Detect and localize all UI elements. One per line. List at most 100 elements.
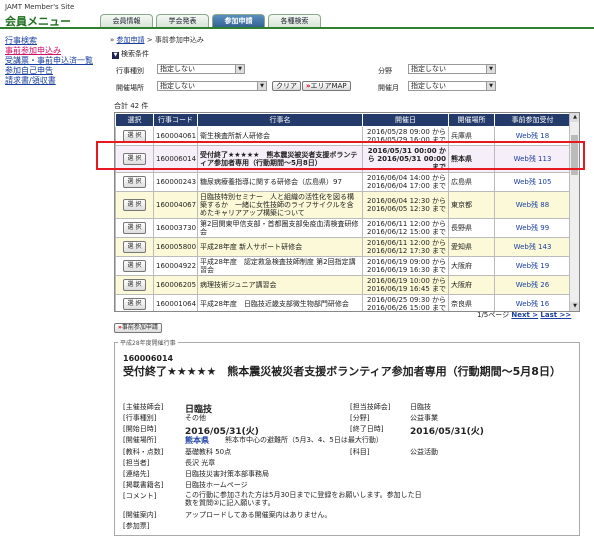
- select-button[interactable]: 選 択: [122, 199, 147, 211]
- chevron-down-icon: ▼: [235, 65, 244, 73]
- select-button[interactable]: 選 択: [122, 222, 147, 234]
- venue-select[interactable]: 指定しない ▼: [157, 81, 267, 91]
- chevron-down-icon: ▼: [486, 65, 495, 73]
- sidebar-item-self-report[interactable]: 参加自己申告: [5, 66, 105, 76]
- month-label: 開催月: [378, 84, 399, 92]
- place-cell: 大阪府: [448, 275, 495, 295]
- search-header: ▼ 検索条件: [112, 49, 580, 59]
- table-row: 選 択 160004067 日臨技特別セミナー 人と組織の活性化を図る構築するか 一…: [115, 191, 571, 219]
- date-cell: 2016/06/04 14:00 から 2016/06/04 17:00 まで: [362, 172, 449, 192]
- area-map-button[interactable]: »エリアMAP: [302, 81, 351, 91]
- pre-register-label: 事前参加申請: [121, 324, 158, 331]
- detail-value: この行動に参加された方は5月30日までに登録をお願いします。参加した日数を質問②…: [185, 491, 422, 507]
- top-tabs: 会員情報 学会発表 参加申請 各種検索: [100, 14, 321, 28]
- code-cell: 160004922: [153, 256, 198, 276]
- sidebar-item-pre-register[interactable]: 事前参加申込み: [5, 46, 105, 56]
- date-cell: 2016/06/25 09:30 から 2016/06/26 15:00 まで: [362, 294, 449, 311]
- detail-legend: 平成28年度開催行事: [118, 338, 178, 347]
- col-header-date: 開催日: [362, 113, 449, 127]
- detail-key: [連絡先]: [123, 470, 150, 478]
- col-header-web: 事前参加受付: [494, 113, 571, 127]
- field-value: 指定しない: [411, 65, 446, 73]
- detail-value: 長沢 光章: [185, 459, 216, 467]
- detail-key: [終了日時]: [350, 425, 384, 433]
- place-cell: 大阪府: [448, 256, 495, 276]
- table-row: 選 択 160005800 平成28年度 新人サポート研修会 2016/06/11 1…: [115, 237, 571, 257]
- detail-key: [開催場所]: [123, 436, 157, 444]
- detail-value: 2016/05/31(火): [410, 427, 484, 437]
- detail-key: [主催技師会]: [123, 403, 164, 411]
- search-header-label: 検索条件: [121, 50, 149, 58]
- detail-key: [分野]: [350, 414, 370, 422]
- select-cell: 選 択: [115, 191, 154, 219]
- place-cell: 東京都: [448, 191, 495, 219]
- last-page-link[interactable]: Last >>: [540, 311, 571, 319]
- detail-key: [教科・点数]: [123, 448, 164, 456]
- select-button[interactable]: 選 択: [122, 260, 147, 272]
- select-cell: 選 択: [115, 294, 154, 311]
- date-cell: 2016/06/04 12:30 から 2016/06/05 12:30 まで: [362, 191, 449, 219]
- code-cell: 160001064: [153, 294, 198, 311]
- sidebar-item-event-search[interactable]: 行事検索: [5, 36, 105, 46]
- next-page-link[interactable]: Next >: [511, 311, 538, 319]
- detail-value: 日臨技: [410, 403, 431, 411]
- breadcrumb-link[interactable]: 参加申請: [117, 36, 145, 44]
- sidebar-item-invoice[interactable]: 請求書/領収書: [5, 76, 105, 86]
- clear-button[interactable]: クリア: [272, 81, 301, 91]
- code-cell: 160006205: [153, 275, 198, 295]
- detail-key: [参加票]: [123, 522, 150, 530]
- name-cell: 平成28年度 認定救急検査技師制度 第2回指定講習会: [197, 256, 363, 276]
- scroll-down-icon[interactable]: ▼: [570, 302, 579, 311]
- breadcrumb: » 参加申請 > 事前参加申込み: [110, 35, 204, 45]
- date-cell: 2016/06/19 09:00 から 2016/06/19 16:30 まで: [362, 256, 449, 276]
- chevron-down-icon: ▼: [257, 82, 266, 90]
- select-button[interactable]: 選 択: [122, 241, 147, 253]
- select-button[interactable]: 選 択: [122, 176, 147, 188]
- name-cell: 日臨技特別セミナー 人と組織の活性化を図る構築するか 一緒に女性技師のライフサイ…: [197, 191, 363, 219]
- col-header-name: 行事名: [197, 113, 363, 127]
- select-cell: 選 択: [115, 172, 154, 192]
- site-title: JAMT Member's Site: [5, 3, 75, 11]
- code-cell: 160005800: [153, 237, 198, 257]
- pre-register-button[interactable]: »事前参加申請: [114, 323, 162, 333]
- table-row: 選 択 160003730 第2回関東甲信支部・首都圏支部免疫血清検査研修会 2016…: [115, 218, 571, 238]
- select-cell: 選 択: [115, 256, 154, 276]
- name-cell: 糖尿病療養指導に関する研修会（広島県）97: [197, 172, 363, 192]
- name-cell: 病理技術ジュニア講習会: [197, 275, 363, 295]
- field-label: 分野: [378, 67, 392, 75]
- field-select[interactable]: 指定しない ▼: [408, 64, 496, 74]
- tab-member-info[interactable]: 会員情報: [100, 14, 153, 28]
- detail-key: [開催案内]: [123, 511, 157, 519]
- toggle-triangle-icon[interactable]: ▼: [112, 52, 119, 59]
- select-button[interactable]: 選 択: [122, 298, 147, 310]
- place-cell: 愛知県: [448, 237, 495, 257]
- name-cell: 第2回関東甲信支部・首都圏支部免疫血清検査研修会: [197, 218, 363, 238]
- event-type-select[interactable]: 指定しない ▼: [157, 64, 245, 74]
- web-remaining-cell: Web残 19: [494, 256, 571, 276]
- chevron-down-icon: ▼: [486, 82, 495, 90]
- name-cell: 平成28年度 新人サポート研修会: [197, 237, 363, 257]
- detail-value: 熊本県: [185, 436, 209, 445]
- detail-value: 基礎教科 50点: [185, 448, 232, 456]
- month-select[interactable]: 指定しない ▼: [408, 81, 496, 91]
- venue-value: 指定しない: [160, 82, 195, 90]
- select-button[interactable]: 選 択: [122, 279, 147, 291]
- detail-key: [担当技師会]: [350, 403, 391, 411]
- area-map-label: エリアMAP: [310, 82, 347, 90]
- web-remaining-cell: Web残 105: [494, 172, 571, 192]
- result-count: 合計 42 件: [114, 102, 149, 110]
- tab-participation[interactable]: 参加申請: [212, 14, 265, 28]
- sidebar-item-ticket-list[interactable]: 受講票・事前申込済一覧: [5, 56, 105, 66]
- tab-presentations[interactable]: 学会発表: [156, 14, 209, 28]
- venue-label: 開催場所: [116, 84, 144, 92]
- select-cell: 選 択: [115, 237, 154, 257]
- detail-value: 日臨技災害対策本部事務局: [185, 470, 269, 478]
- scroll-up-icon[interactable]: ▲: [570, 113, 579, 122]
- detail-key: [科目]: [350, 448, 370, 456]
- date-cell: 2016/06/11 12:00 から 2016/06/12 15:00 まで: [362, 218, 449, 238]
- header-divider: [0, 27, 594, 29]
- tab-search[interactable]: 各種検索: [268, 14, 321, 28]
- breadcrumb-separator: >: [146, 36, 153, 44]
- event-type-value: 指定しない: [160, 65, 195, 73]
- event-type-label: 行事種別: [116, 67, 144, 75]
